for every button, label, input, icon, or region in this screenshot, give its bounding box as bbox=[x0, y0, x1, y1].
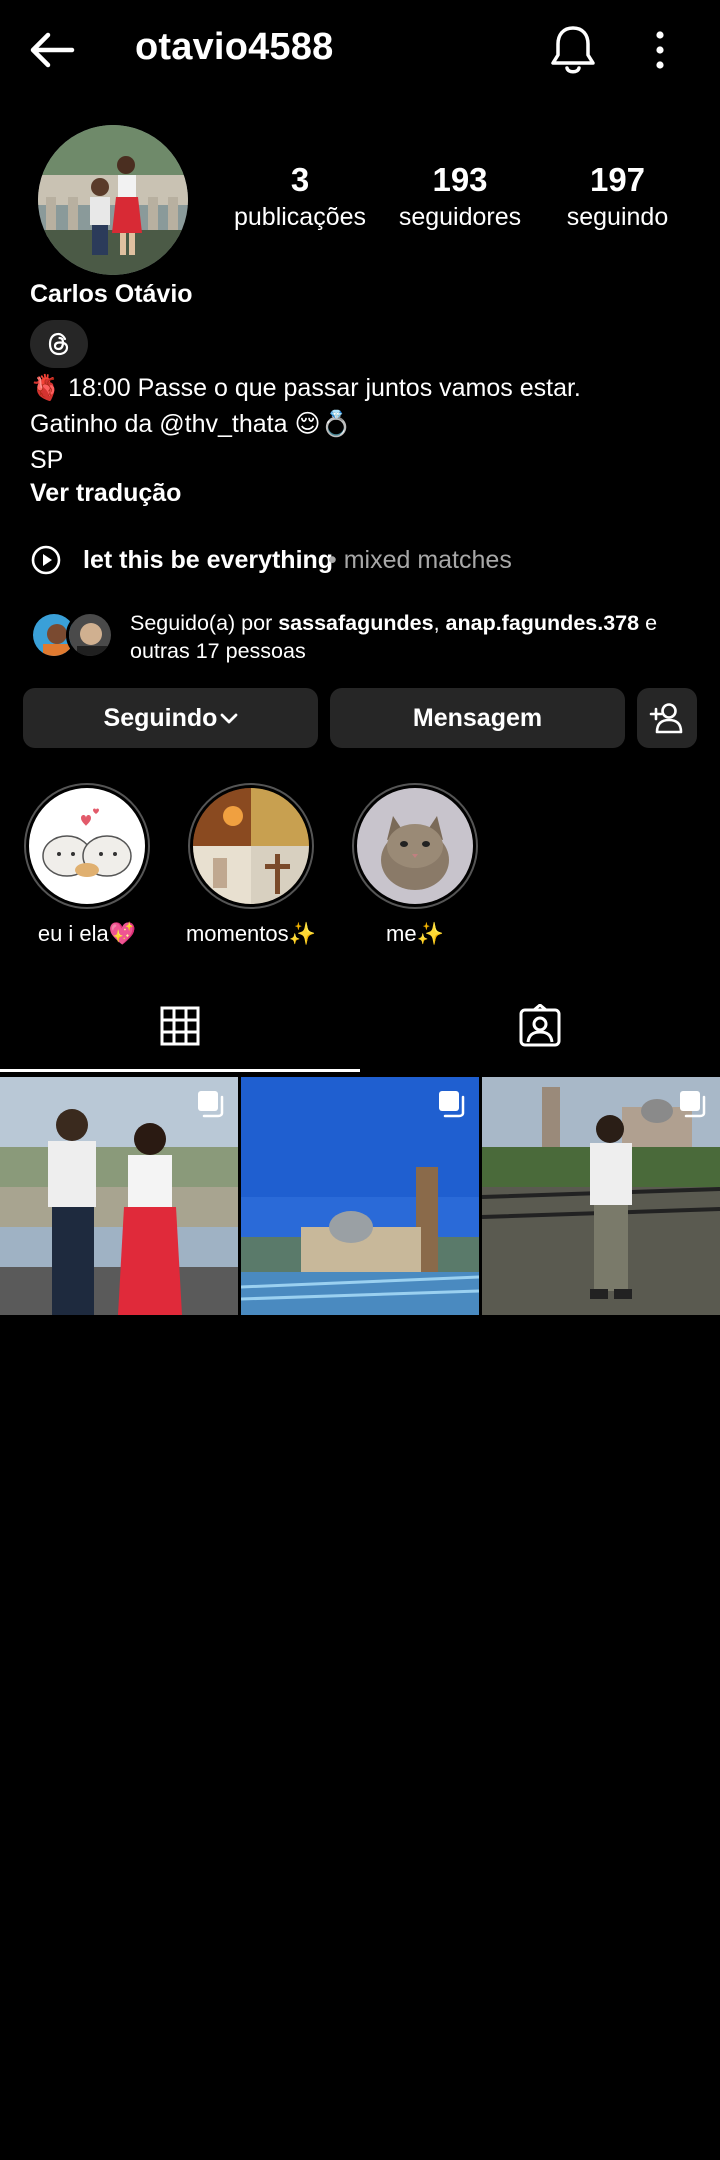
more-options-button[interactable] bbox=[642, 22, 678, 78]
notifications-button[interactable] bbox=[545, 20, 601, 80]
highlight-cover bbox=[357, 788, 473, 904]
profile-page: otavio4588 3 publicações 193 seguidores … bbox=[0, 0, 720, 2160]
following-button[interactable]: Seguindo bbox=[23, 688, 318, 748]
suggest-users-button[interactable] bbox=[637, 688, 697, 748]
back-button[interactable] bbox=[24, 24, 80, 76]
profile-display-name: Carlos Otávio bbox=[30, 280, 193, 308]
bio-line-2-suffix: 😌💍 bbox=[287, 410, 352, 438]
stat-following-count: 197 bbox=[589, 161, 646, 198]
grid-icon bbox=[160, 1006, 200, 1046]
profile-avatar[interactable] bbox=[38, 125, 188, 275]
tagged-icon bbox=[519, 1004, 561, 1047]
bio-line-3: SP bbox=[30, 446, 64, 474]
followed-by-user-2: anap.fagundes.378 bbox=[445, 611, 640, 635]
carousel-icon bbox=[680, 1091, 706, 1118]
posts-grid bbox=[0, 1077, 720, 1315]
highlight-label: eu i ela💖 bbox=[37, 921, 137, 946]
stat-followers-count: 193 bbox=[432, 161, 488, 198]
highlight-cover bbox=[193, 788, 309, 904]
stat-posts-label: publicações bbox=[233, 203, 367, 231]
message-button-label: Mensagem bbox=[412, 704, 543, 732]
follower-avatar bbox=[66, 611, 114, 659]
chevron-down-icon bbox=[220, 713, 238, 724]
post-thumbnail[interactable] bbox=[0, 1077, 238, 1315]
profile-tabs bbox=[0, 980, 720, 1072]
followed-by-user-1: sassafagundes bbox=[278, 611, 434, 635]
top-bar: otavio4588 bbox=[0, 0, 720, 100]
message-button[interactable]: Mensagem bbox=[330, 688, 625, 748]
tab-tagged[interactable] bbox=[360, 980, 720, 1072]
highlight-label: me✨ bbox=[386, 921, 444, 946]
arrow-left-icon bbox=[30, 32, 75, 68]
post-thumbnail[interactable] bbox=[241, 1077, 479, 1315]
stat-followers[interactable]: 193 seguidores bbox=[385, 160, 535, 234]
stat-posts[interactable]: 3 publicações bbox=[220, 160, 380, 234]
threads-icon bbox=[48, 332, 69, 356]
stat-following-label: seguindo bbox=[566, 203, 669, 231]
tab-posts-grid[interactable] bbox=[0, 980, 360, 1072]
music-song-title: let this be everything bbox=[83, 546, 334, 574]
bell-icon bbox=[551, 26, 595, 74]
see-translation-link[interactable]: Ver tradução bbox=[30, 479, 181, 508]
threads-badge[interactable] bbox=[30, 320, 88, 368]
followed-by-prefix: Seguido(a) por bbox=[130, 611, 279, 635]
followed-by-comma: , bbox=[433, 611, 446, 635]
followed-by[interactable]: Seguido(a) por sassafagundes, anap.fagun… bbox=[30, 605, 700, 665]
profile-username: otavio4588 bbox=[135, 26, 334, 68]
profile-stats: 3 publicações 193 seguidores 197 seguind… bbox=[220, 160, 690, 240]
play-circle-icon bbox=[31, 545, 61, 575]
stat-followers-label: seguidores bbox=[398, 203, 522, 231]
following-button-label: Seguindo bbox=[103, 704, 218, 732]
active-tab-indicator bbox=[0, 1069, 360, 1072]
bio-line-2: Gatinho da @thv_thata 😌💍 bbox=[30, 406, 581, 442]
carousel-icon bbox=[198, 1091, 224, 1118]
carousel-icon bbox=[439, 1091, 465, 1118]
bio-line-2-prefix: Gatinho da bbox=[30, 410, 160, 438]
post-thumbnail[interactable] bbox=[482, 1077, 720, 1315]
stat-posts-count: 3 bbox=[290, 161, 310, 198]
bio-mention-link[interactable]: @thv_thata bbox=[159, 410, 287, 438]
highlight-cover bbox=[29, 788, 145, 904]
followed-by-text: Seguido(a) por sassafagundes, anap.fagun… bbox=[130, 609, 710, 665]
music-artist: • mixed matches bbox=[328, 546, 512, 574]
more-vertical-icon bbox=[656, 31, 664, 69]
add-user-icon bbox=[649, 703, 683, 734]
highlight-label: momentos✨ bbox=[185, 921, 317, 946]
profile-bio: 🫀 18:00 Passe o que passar juntos vamos … bbox=[30, 370, 581, 478]
bio-line-1: 🫀 18:00 Passe o que passar juntos vamos … bbox=[30, 374, 581, 402]
stat-following[interactable]: 197 seguindo bbox=[545, 160, 690, 234]
